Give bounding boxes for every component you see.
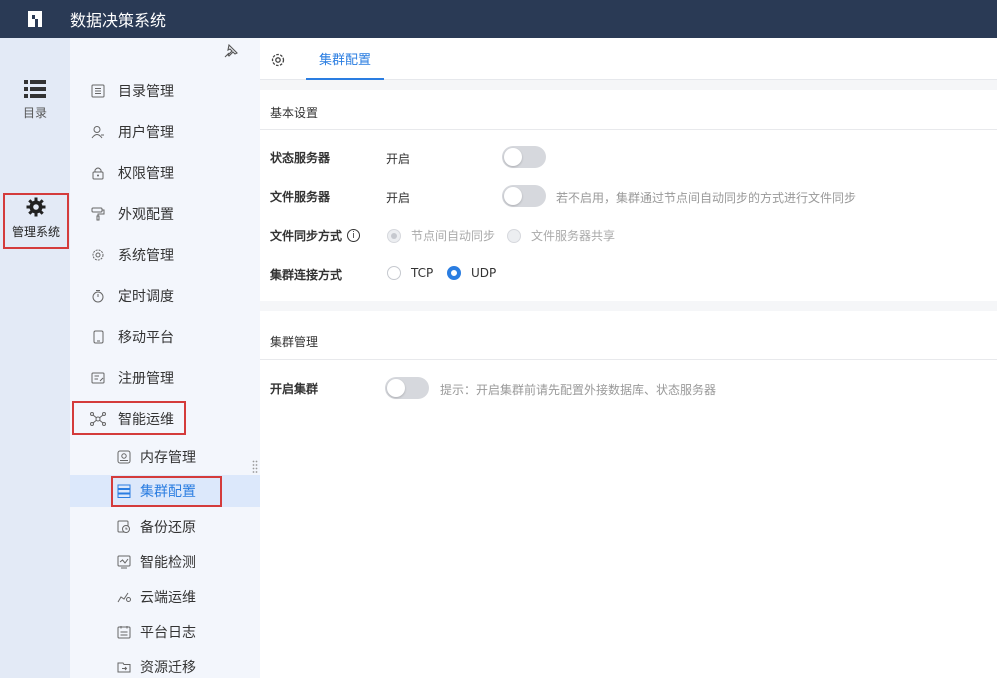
backup-icon: [116, 519, 132, 535]
user-icon: [90, 124, 106, 140]
radio-tcp[interactable]: TCP: [387, 266, 433, 280]
cluster-management-panel: 集群管理 开启集群 提示：开启集群前请先配置外接数据库、状态服务器: [260, 311, 997, 678]
menu-item-appearance[interactable]: 外观配置: [70, 197, 260, 231]
menu-item-system[interactable]: 系统管理: [70, 238, 260, 272]
rail-directory-label: 目录: [22, 106, 47, 120]
gear-icon: [26, 197, 46, 217]
menu-subitem-detect[interactable]: 智能检测: [70, 545, 260, 579]
list-icon: [24, 80, 46, 98]
panel-title: 基本设置: [270, 106, 319, 120]
logo-icon: [28, 11, 42, 27]
menu-item-users[interactable]: 用户管理: [70, 115, 260, 149]
radio-node-sync[interactable]: 节点间自动同步: [387, 227, 495, 244]
radio-udp[interactable]: UDP: [447, 266, 496, 280]
enable-cluster-toggle[interactable]: [385, 377, 429, 399]
menu-subitem-migrate[interactable]: 资源迁移: [70, 650, 260, 678]
menu-item-label: 智能检测: [140, 555, 196, 571]
tab-cluster-config[interactable]: 集群配置: [306, 38, 384, 80]
radio-dot: [387, 266, 401, 280]
menu-item-label: 权限管理: [118, 166, 174, 182]
menu-subitem-backup[interactable]: 备份还原: [70, 510, 260, 544]
radio-label: 文件服务器共享: [531, 229, 616, 243]
side-menu: 目录管理 用户管理 权限管理 外观配置 系统管理 定时调度 移动平台 注册管理 …: [70, 38, 260, 678]
radio-label: UDP: [471, 266, 497, 280]
app-logo[interactable]: [0, 0, 70, 38]
menu-item-label: 资源迁移: [140, 660, 196, 676]
menu-item-label: 外观配置: [118, 207, 174, 223]
rail-admin-label: 管理系统: [11, 225, 60, 239]
menu-item-label: 用户管理: [118, 125, 174, 141]
resize-handle-icon[interactable]: [252, 460, 258, 474]
pin-icon[interactable]: [224, 44, 238, 58]
file-server-label: 文件服务器: [270, 190, 331, 204]
basic-settings-panel: 基本设置 状态服务器 开启 文件服务器 开启 若不启用，集群通过节点间自动同步的…: [260, 90, 997, 301]
menu-item-label: 目录管理: [118, 84, 174, 100]
menu-item-mobile[interactable]: 移动平台: [70, 320, 260, 354]
highlight-cluster: [111, 476, 222, 507]
main-content: 集群配置 基本设置 状态服务器 开启 文件服务器 开启 若不启用，集群通过节点间…: [260, 38, 997, 678]
enable-cluster-label: 开启集群: [270, 382, 319, 396]
file-server-hint: 若不启用，集群通过节点间自动同步的方式进行文件同步: [556, 191, 857, 205]
memory-icon: [116, 449, 132, 465]
radio-dot: [387, 228, 401, 243]
radio-file-server-share[interactable]: 文件服务器共享: [507, 227, 615, 244]
file-sync-label: 文件同步方式 i: [270, 227, 361, 244]
rail-directory[interactable]: 目录: [0, 80, 70, 121]
list-doc-icon: [90, 83, 106, 99]
menu-item-label: 内存管理: [140, 450, 196, 466]
menu-item-label: 备份还原: [140, 520, 196, 536]
menu-subitem-memory[interactable]: 内存管理: [70, 440, 260, 474]
enable-cluster-hint: 提示：开启集群前请先配置外接数据库、状态服务器: [440, 383, 717, 397]
state-server-toggle[interactable]: [502, 146, 546, 168]
cloud-chart-icon: [116, 589, 132, 605]
divider: [260, 359, 997, 360]
file-sync-label-text: 文件同步方式: [270, 229, 343, 243]
menu-subitem-logs[interactable]: 平台日志: [70, 615, 260, 649]
register-icon: [90, 370, 106, 386]
menu-item-label: 注册管理: [118, 371, 174, 387]
menu-item-label: 平台日志: [140, 625, 196, 641]
top-bar: 数据决策系统: [0, 0, 997, 38]
menu-item-schedule[interactable]: 定时调度: [70, 279, 260, 313]
monitor-icon: [116, 554, 132, 570]
radio-label: TCP: [411, 266, 434, 280]
menu-item-permissions[interactable]: 权限管理: [70, 156, 260, 190]
highlight-smart-ops: [72, 401, 186, 435]
menu-item-register[interactable]: 注册管理: [70, 361, 260, 395]
radio-dot: [447, 266, 461, 280]
gear-icon: [90, 247, 106, 263]
settings-gear-icon[interactable]: [270, 52, 286, 68]
menu-item-catalog[interactable]: 目录管理: [70, 74, 260, 108]
menu-item-label: 移动平台: [118, 330, 174, 346]
paint-roller-icon: [90, 206, 106, 222]
divider: [260, 129, 997, 130]
radio-dot: [507, 228, 521, 243]
info-icon[interactable]: i: [347, 229, 361, 242]
file-server-toggle[interactable]: [502, 185, 546, 207]
menu-item-label: 定时调度: [118, 289, 174, 305]
tab-bar: 集群配置: [260, 38, 997, 80]
panel-title: 集群管理: [270, 335, 319, 349]
radio-label: 节点间自动同步: [411, 229, 496, 243]
state-server-value: 开启: [386, 152, 411, 166]
menu-item-label: 系统管理: [118, 248, 174, 264]
app-title: 数据决策系统: [70, 11, 167, 30]
lock-icon: [90, 165, 106, 181]
log-icon: [116, 624, 132, 640]
cluster-conn-label: 集群连接方式: [270, 268, 343, 282]
menu-item-label: 云端运维: [140, 590, 196, 606]
migrate-icon: [116, 659, 132, 675]
file-server-value: 开启: [386, 191, 411, 205]
state-server-label: 状态服务器: [270, 151, 331, 165]
rail-admin-system[interactable]: 管理系统: [3, 193, 69, 249]
left-rail: 目录 管理系统: [0, 38, 70, 678]
menu-subitem-cloud[interactable]: 云端运维: [70, 580, 260, 614]
mobile-icon: [90, 329, 106, 345]
stopwatch-icon: [90, 288, 106, 304]
